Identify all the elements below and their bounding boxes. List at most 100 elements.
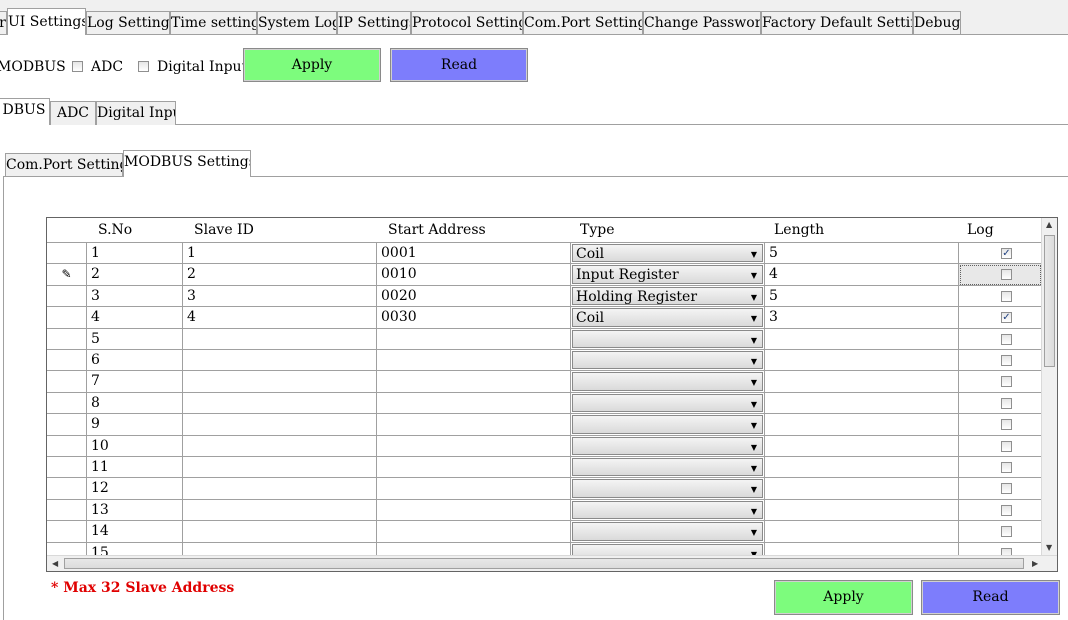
type-dropdown[interactable]: ▼ [572, 436, 763, 455]
chevron-down-icon[interactable]: ▼ [746, 309, 762, 325]
apply-button-bottom[interactable]: Apply [774, 580, 913, 615]
cell-length[interactable]: 4 [765, 264, 959, 286]
chevron-down-icon[interactable]: ▼ [746, 480, 762, 496]
cell-slave-id[interactable] [183, 371, 377, 393]
cell-slave-id[interactable] [183, 392, 377, 415]
cell-type[interactable]: ▼ [571, 392, 765, 415]
row-selector[interactable] [47, 371, 87, 393]
type-dropdown[interactable]: ▼ [572, 372, 763, 391]
cell-length[interactable]: 5 [765, 285, 959, 308]
chevron-down-icon[interactable]: ▼ [746, 459, 762, 475]
cell-type[interactable]: ▼ [571, 371, 765, 393]
cell-length[interactable] [765, 521, 959, 543]
log-checkbox[interactable] [1001, 504, 1012, 516]
chevron-down-icon[interactable]: ▼ [746, 331, 762, 347]
chevron-down-icon[interactable]: ▼ [746, 288, 762, 304]
log-checkbox[interactable] [1001, 419, 1012, 431]
horizontal-scrollbar[interactable]: ◀ ▶ [47, 555, 1057, 571]
scroll-down-icon[interactable]: ▼ [1046, 543, 1052, 552]
read-button-bottom[interactable]: Read [921, 580, 1060, 615]
table-row[interactable]: 13 ▼ [47, 499, 1042, 522]
chevron-down-icon[interactable]: ▼ [746, 373, 762, 389]
chevron-down-icon[interactable]: ▼ [746, 438, 762, 454]
log-checkbox[interactable] [1001, 269, 1012, 281]
cell-log[interactable] [959, 328, 1042, 350]
table-row[interactable]: 3 3 0020 Holding Register ▼ 5 [47, 285, 1042, 308]
tab-log-settings[interactable]: Log Settings [86, 11, 170, 34]
chevron-down-icon[interactable]: ▼ [746, 395, 762, 411]
table-row[interactable]: 11 ▼ [47, 457, 1042, 479]
tab-protocol-settings[interactable]: Protocol Settings [411, 11, 523, 34]
cell-start-address[interactable] [377, 478, 571, 500]
cell-length[interactable]: 3 [765, 307, 959, 329]
log-checkbox[interactable] [1001, 397, 1012, 409]
table-row[interactable]: 7 ▼ [47, 371, 1042, 393]
cell-length[interactable] [765, 392, 959, 415]
adc-checkbox[interactable] [72, 61, 83, 72]
chevron-down-icon[interactable]: ▼ [746, 352, 762, 368]
cell-start-address[interactable]: 0030 [377, 307, 571, 329]
table-row[interactable]: 1 1 0001 Coil ▼ 5 ✓ [47, 243, 1042, 265]
subtab-digital-input[interactable]: Digital Input [96, 101, 176, 125]
scroll-left-icon[interactable]: ◀ [52, 559, 58, 568]
cell-length[interactable] [765, 457, 959, 479]
cell-slave-id[interactable]: 3 [183, 285, 377, 308]
cell-slave-id[interactable] [183, 328, 377, 350]
row-selector[interactable] [47, 307, 87, 329]
cell-log[interactable]: ✓ [959, 307, 1042, 329]
cell-length[interactable] [765, 414, 959, 436]
cell-type[interactable]: Holding Register ▼ [571, 285, 765, 308]
log-checkbox[interactable] [1001, 290, 1012, 302]
cell-start-address[interactable] [377, 414, 571, 436]
row-selector[interactable] [47, 435, 87, 457]
type-dropdown[interactable]: Coil ▼ [572, 308, 763, 327]
log-checkbox[interactable] [1001, 355, 1012, 366]
vertical-scrollbar[interactable]: ▲ ▼ [1041, 218, 1057, 555]
cell-slave-id[interactable] [183, 521, 377, 543]
inner-tab-modbus-settings[interactable]: MODBUS Settings [123, 150, 251, 177]
header-log[interactable]: Log [959, 218, 1042, 242]
cell-length[interactable] [765, 499, 959, 522]
cell-start-address[interactable]: 0001 [377, 243, 571, 265]
read-button-top[interactable]: Read [390, 48, 528, 82]
row-selector[interactable] [47, 478, 87, 500]
table-row[interactable]: 9 ▼ [47, 414, 1042, 436]
cell-log[interactable] [959, 264, 1042, 286]
type-dropdown[interactable]: ▼ [572, 500, 763, 520]
tab-partial[interactable]: r [0, 11, 7, 34]
cell-type[interactable]: ▼ [571, 478, 765, 500]
row-selector[interactable] [47, 521, 87, 543]
cell-start-address[interactable] [377, 371, 571, 393]
scroll-up-icon[interactable]: ▲ [1046, 220, 1052, 229]
table-row[interactable]: 6 ▼ [47, 350, 1042, 372]
chevron-down-icon[interactable]: ▼ [746, 523, 762, 539]
cell-type[interactable]: ▼ [571, 457, 765, 479]
cell-type[interactable]: ▼ [571, 521, 765, 543]
row-selector[interactable] [47, 285, 87, 308]
cell-length[interactable] [765, 478, 959, 500]
header-slave-id[interactable]: Slave ID [183, 218, 377, 242]
type-dropdown[interactable]: ▼ [572, 351, 763, 370]
cell-start-address[interactable] [377, 435, 571, 457]
log-checkbox[interactable] [1001, 526, 1012, 538]
type-dropdown[interactable]: ▼ [572, 522, 763, 541]
log-checkbox[interactable] [1001, 462, 1012, 473]
cell-log[interactable] [959, 435, 1042, 457]
tab-ui-settings[interactable]: UI Settings [7, 8, 86, 35]
header-length[interactable]: Length [765, 218, 959, 242]
cell-start-address[interactable]: 0010 [377, 264, 571, 286]
cell-start-address[interactable] [377, 521, 571, 543]
table-row[interactable]: 10 ▼ [47, 435, 1042, 457]
row-selector[interactable] [47, 414, 87, 436]
tab-ip-settings[interactable]: IP Settings [337, 11, 411, 34]
chevron-down-icon[interactable]: ▼ [746, 416, 762, 432]
cell-type[interactable]: ▼ [571, 350, 765, 372]
subtab-adc[interactable]: ADC [50, 101, 96, 125]
row-selector[interactable] [47, 328, 87, 350]
log-checkbox[interactable]: ✓ [1001, 312, 1012, 324]
log-checkbox[interactable] [1001, 440, 1012, 452]
row-selector[interactable] [47, 392, 87, 415]
chevron-down-icon[interactable]: ▼ [746, 502, 762, 518]
cell-length[interactable] [765, 328, 959, 350]
chevron-down-icon[interactable]: ▼ [746, 245, 762, 261]
